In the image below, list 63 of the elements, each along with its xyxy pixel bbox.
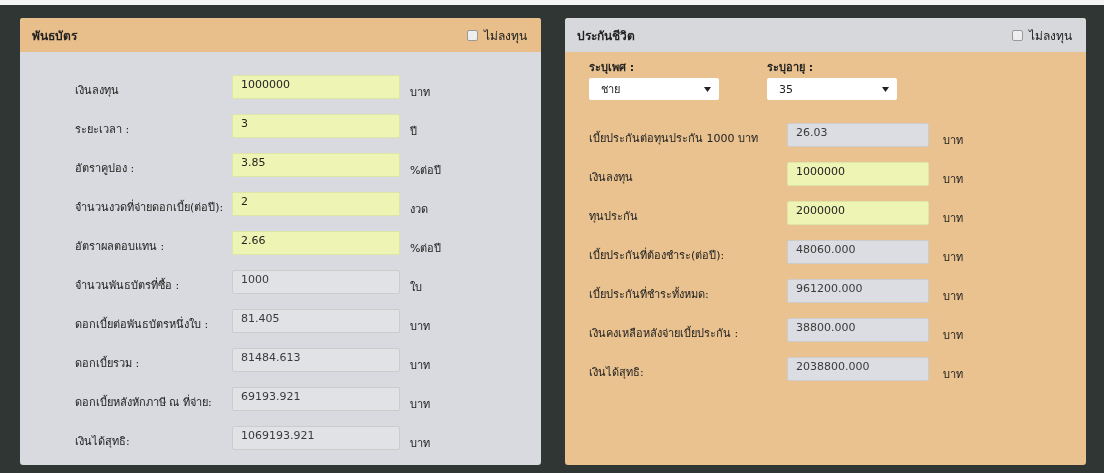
unit-label: บาท [943,133,963,149]
input-field[interactable]: 2 [232,192,400,216]
unit-label: บาท [943,328,963,344]
unit-label: %ต่อปี [410,163,442,179]
field-label: เงินได้สุทธิ: [75,434,131,450]
input-field[interactable]: 3.85 [232,153,400,177]
unit-label: งวด [410,202,428,218]
unit-label: บาท [410,358,430,374]
field-label: อัตราผลตอบแทน : [75,239,166,255]
unit-label: ปี [410,124,417,140]
unit-label: บาท [943,289,963,305]
input-field[interactable]: 961200.000 [787,279,929,303]
dropdown[interactable]: ชาย [589,78,719,100]
field-label: เงินได้สุทธิ: [588,365,645,381]
field-label: ระยะเวลา : [75,122,131,138]
unit-label: บาท [410,436,430,452]
select-label: ระบุเพศ : [589,60,636,76]
dropdown[interactable]: 35 [767,78,897,100]
field-label: จำนวนงวดที่จ่ายดอกเบี้ย(ต่อปี): [75,198,225,216]
checkbox-icon[interactable] [1012,29,1023,41]
input-field[interactable]: 2000000 [787,201,929,225]
unit-label: บาท [410,319,430,335]
input-field[interactable]: 2038800.000 [787,357,929,381]
field-label: เงินลงทุน [75,83,120,99]
input-field[interactable]: 81484.613 [232,348,400,372]
input-field[interactable]: 48060.000 [787,240,929,264]
panel-title: พันธบัตร [32,27,77,45]
select-label: ระบุอายุ : [767,60,815,76]
input-field[interactable]: 1000 [232,270,400,294]
field-label: เงินลงทุน [588,170,634,186]
panel-title: ประกันชีวิต [577,27,635,45]
unit-label: บาท [943,211,963,227]
field-label: เบี้ยประกันที่ชำระทั้งหมด: [588,285,710,303]
input-field[interactable]: 1069193.921 [232,426,400,450]
caret-icon [882,86,889,92]
input-field[interactable]: 38800.000 [787,318,929,342]
unit-label: บาท [410,397,430,413]
unit-label: %ต่อปี [410,241,442,257]
input-field[interactable]: 3 [232,114,400,138]
unit-label: บาท [410,85,430,101]
field-label: จำนวนพันธบัตรที่ซื้อ : [75,276,181,294]
unit-label: บาท [943,172,963,188]
field-label: เบี้ยประกันต่อทุนประกัน 1000 บาท [588,130,759,147]
checkbox-icon[interactable] [467,29,478,41]
field-label: อัตราคูปอง : [75,161,136,177]
not-invest-checkbox[interactable]: ไม่ลงทุน [1012,25,1072,45]
field-label: เบี้ยประกันที่ต้องชำระ(ต่อปี): [588,246,726,264]
field-label: ดอกเบี้ยต่อพันธบัตรหนึ่งใบ : [75,315,210,333]
caret-icon [704,86,711,92]
input-field[interactable]: 26.03 [787,123,929,147]
unit-label: บาท [943,367,963,383]
field-label: ดอกเบี้ยรวม : [75,355,141,372]
field-label: ดอกเบี้ยหลังหักภาษี ณ ที่จ่าย: [75,393,213,411]
input-field[interactable]: 1000000 [232,75,400,99]
input-field[interactable]: 1000000 [787,162,929,186]
not-invest-checkbox[interactable]: ไม่ลงทุน [467,25,527,45]
unit-label: บาท [943,250,963,266]
input-field[interactable]: 81.405 [232,309,400,333]
field-label: ทุนประกัน [588,209,639,225]
field-label: เงินคงเหลือหลังจ่ายเบี้ยประกัน : [588,325,740,342]
input-field[interactable]: 69193.921 [232,387,400,411]
input-field[interactable]: 2.66 [232,231,400,255]
unit-label: ใบ [410,280,422,296]
